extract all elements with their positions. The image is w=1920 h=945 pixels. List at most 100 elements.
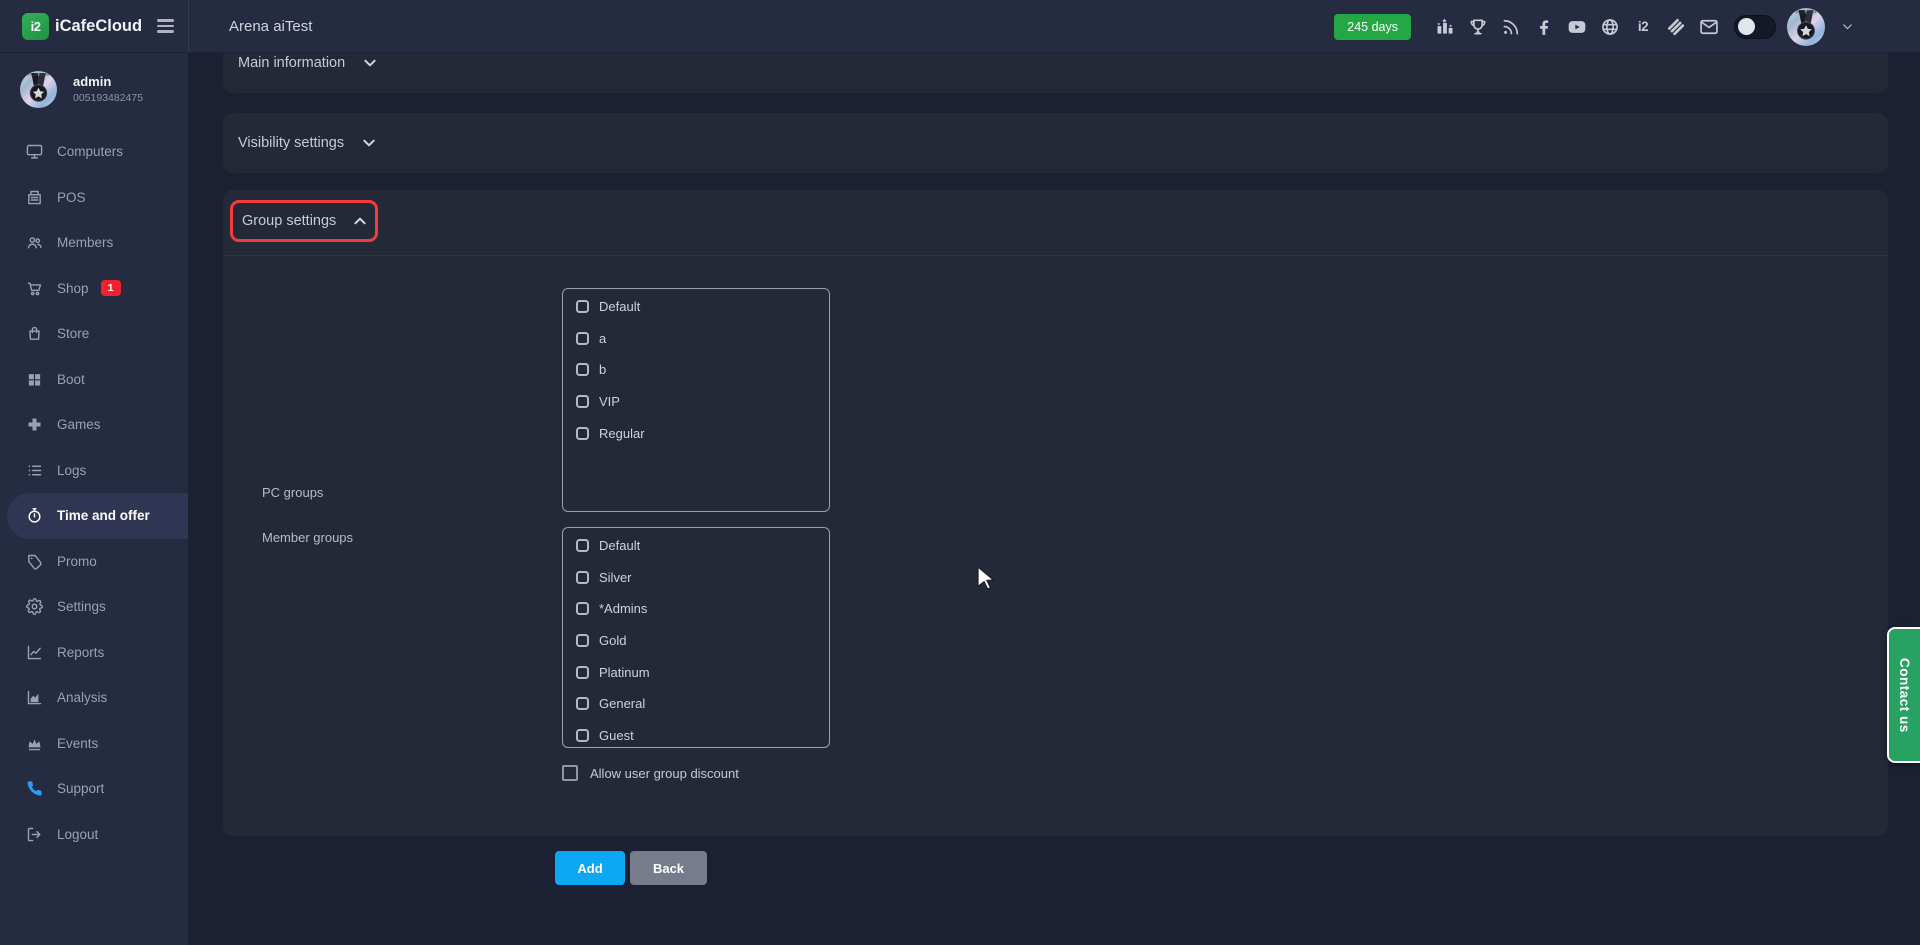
section-header[interactable]: Main information [223,53,1888,71]
sidebar-item-logs[interactable]: Logs [0,448,188,494]
checkbox[interactable] [576,602,589,615]
checkbox[interactable] [576,427,589,440]
member-group-option[interactable]: Silver [576,562,829,594]
sidebar-item-shop[interactable]: Shop 1 [0,266,188,312]
sidebar-item-label: Support [57,781,104,796]
cart-icon [26,280,43,297]
sidebar-item-games[interactable]: Games [0,402,188,448]
member-groups-label: Member groups [262,530,353,545]
checkbox[interactable] [576,395,589,408]
member-group-option[interactable]: *Admins [576,593,829,625]
member-group-option[interactable]: General [576,688,829,720]
sidebar-item-promo[interactable]: Promo [0,539,188,585]
back-button[interactable]: Back [630,851,707,885]
sidebar-item-computers[interactable]: Computers [0,129,188,175]
crown-icon [26,735,43,752]
logout-icon [26,826,43,843]
sidebar: i2 iCafeCloud PLATINUM admin 00519348247… [0,0,188,945]
add-button[interactable]: Add [555,851,625,885]
sidebar-item-analysis[interactable]: Analysis [0,675,188,721]
contact-us-label: Contact us [1897,658,1912,733]
sidebar-item-label: Events [57,736,98,751]
checkbox[interactable] [562,765,578,781]
pc-group-option[interactable]: Default [576,291,829,323]
header-avatar[interactable]: PLATINUM [1787,8,1825,46]
checkbox[interactable] [576,300,589,313]
sidebar-item-logout[interactable]: Logout [0,812,188,858]
checkbox-label: Regular [599,426,645,441]
allow-user-group-discount-row[interactable]: Allow user group discount [562,757,739,789]
checkbox[interactable] [576,571,589,584]
layers-icon[interactable] [1665,16,1687,38]
tag-icon [26,553,43,570]
checkbox[interactable] [576,539,589,552]
sidebar-item-pos[interactable]: POS [0,175,188,221]
pc-group-option[interactable]: VIP [576,386,829,418]
chart-area-icon [26,689,43,706]
sidebar-item-boot[interactable]: Boot [0,357,188,403]
sidebar-item-label: Settings [57,599,106,614]
member-group-option[interactable]: Guest [576,720,829,752]
member-group-option[interactable]: Default [576,530,829,562]
pc-group-option[interactable]: a [576,323,829,355]
mail-icon[interactable] [1698,16,1720,38]
contact-us-tab[interactable]: Contact us [1887,627,1920,763]
checkbox-label: Allow user group discount [590,766,739,781]
theme-toggle[interactable] [1734,15,1776,39]
sidebar-item-label: Logout [57,827,98,842]
user-name: admin [73,74,143,89]
youtube-icon[interactable] [1566,16,1588,38]
sidebar-item-label: Time and offer [57,508,150,523]
sidebar-logo-row: i2 iCafeCloud [0,0,188,53]
user-menu-chevron-down-icon[interactable] [1836,16,1858,38]
globe-icon[interactable] [1599,16,1621,38]
member-group-option[interactable]: Platinum [576,656,829,688]
checkbox-label: Default [599,299,640,314]
checkbox-label: Gold [599,633,626,648]
section-main-information: Main information [223,53,1888,93]
checkbox[interactable] [576,729,589,742]
sidebar-item-settings[interactable]: Settings [0,584,188,630]
ranking-icon[interactable] [1434,16,1456,38]
hamburger-menu-icon[interactable] [157,19,174,32]
sidebar-user[interactable]: PLATINUM admin 005193482475 [0,53,188,113]
checkbox-label: a [599,331,606,346]
checkbox[interactable] [576,697,589,710]
license-days-button[interactable]: 245 days [1334,14,1411,40]
sidebar-item-label: Analysis [57,690,107,705]
member-group-option[interactable]: Gold [576,625,829,657]
section-header[interactable]: Visibility settings [223,113,1888,173]
sidebar-item-reports[interactable]: Reports [0,630,188,676]
pc-group-option[interactable]: b [576,354,829,386]
pc-groups-label: PC groups [262,485,323,500]
sidebar-item-store[interactable]: Store [0,311,188,357]
gear-icon [26,598,43,615]
checkbox[interactable] [576,332,589,345]
icafe-i2-icon[interactable]: i2 [1632,16,1654,38]
pc-group-option[interactable]: Regular [576,417,829,449]
gamepad-icon [26,416,43,433]
checkbox[interactable] [576,634,589,647]
members-icon [26,234,43,251]
trophy-icon[interactable] [1467,16,1489,38]
sidebar-item-support[interactable]: Support [0,766,188,812]
sidebar-item-time-and-offer[interactable]: Time and offer [7,493,188,539]
sidebar-item-events[interactable]: Events [0,721,188,767]
svg-text:PLATINUM: PLATINUM [28,72,49,77]
sidebar-item-members[interactable]: Members [0,220,188,266]
header-actions: 245 days [1334,0,1858,53]
sidebar-item-label: Games [57,417,101,432]
chart-line-icon [26,644,43,661]
checkbox-label: Platinum [599,665,650,680]
checkbox-label: Silver [599,570,632,585]
sidebar-item-label: Members [57,235,113,250]
main-content: Main information Visibility settings Gro… [188,53,1920,945]
sidebar-item-label: Boot [57,372,85,387]
group-settings-header-highlighted[interactable]: Group settings [230,200,378,242]
facebook-icon[interactable] [1533,16,1555,38]
chevron-down-icon [361,135,377,151]
checkbox[interactable] [576,666,589,679]
checkbox[interactable] [576,363,589,376]
sidebar-item-label: Shop [57,281,89,296]
rss-icon[interactable] [1500,16,1522,38]
